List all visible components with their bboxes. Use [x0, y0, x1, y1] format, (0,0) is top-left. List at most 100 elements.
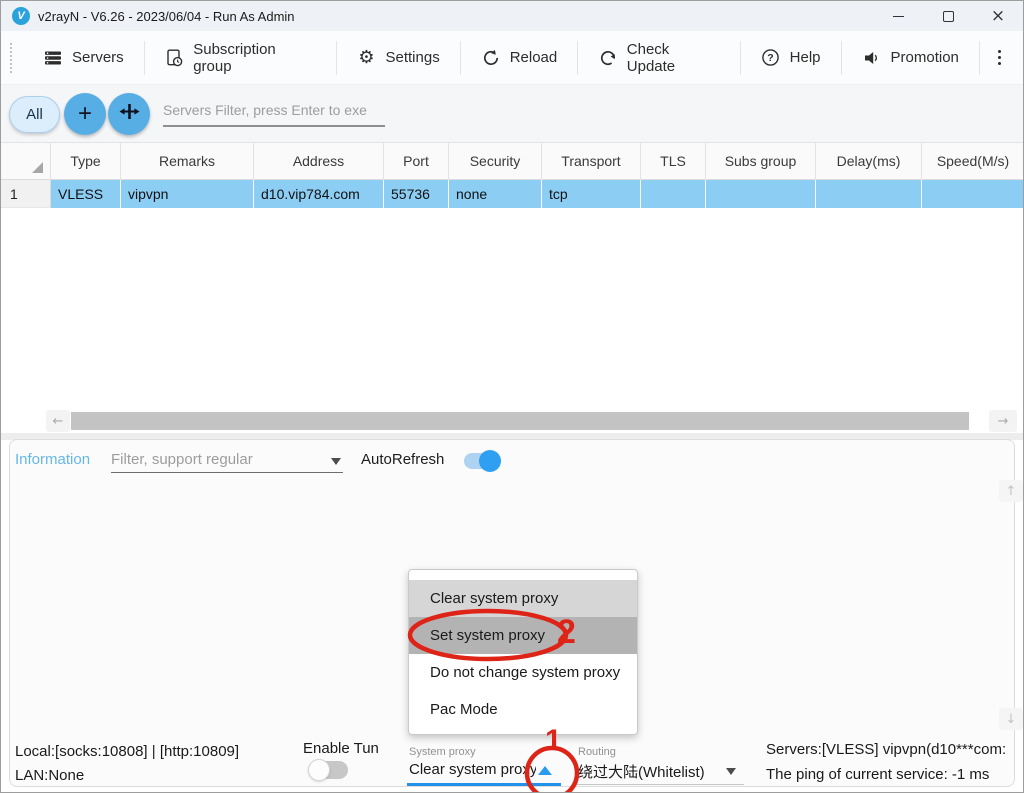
menu-item-do-not-change-system-proxy[interactable]: Do not change system proxy	[409, 654, 637, 691]
toolbar-label: Subscription group	[193, 41, 315, 75]
column-header-tls[interactable]: TLS	[641, 142, 706, 180]
tls-cell[interactable]	[641, 180, 706, 208]
close-button[interactable]: ×	[973, 1, 1023, 31]
speaker-icon	[862, 48, 882, 68]
routing-underline	[574, 784, 744, 785]
toolbar-item-promotion[interactable]: Promotion	[842, 48, 979, 68]
column-resize-icon	[119, 101, 140, 127]
enable-tun-label: Enable Tun	[303, 740, 379, 757]
chevron-up-icon[interactable]	[538, 766, 552, 775]
toolbar-item-check-update[interactable]: Check Update	[578, 41, 739, 75]
gear-icon: ⚙	[357, 48, 377, 68]
message-filter-input[interactable]	[111, 447, 343, 473]
column-header-subs-group[interactable]: Subs group	[706, 142, 816, 180]
more-menu-button[interactable]	[980, 38, 1019, 78]
menu-item-set-system-proxy[interactable]: Set system proxy	[409, 617, 637, 654]
menu-item-pac-mode[interactable]: Pac Mode	[409, 691, 637, 728]
minimize-button[interactable]	[873, 1, 923, 31]
arrow-down-icon: ↓	[1006, 712, 1017, 727]
horizontal-scrollbar[interactable]: ← →	[1, 409, 1023, 433]
app-logo-icon: V	[12, 7, 30, 25]
help-icon: ?	[761, 48, 781, 68]
system-proxy-menu: Clear system proxy Set system proxy Do n…	[408, 569, 638, 735]
arrow-up-icon: ↑	[1006, 484, 1017, 499]
toolbar-item-reload[interactable]: Reload	[461, 48, 578, 68]
column-header-speed[interactable]: Speed(M/s)	[922, 142, 1024, 180]
type-cell[interactable]: VLESS	[51, 180, 121, 208]
window-controls: ×	[873, 1, 1023, 31]
ping-status: The ping of current service: -1 ms	[766, 766, 989, 783]
server-table-header: Type Remarks Address Port Security Trans…	[1, 142, 1024, 180]
v2rayn-window: V v2rayN - V6.26 - 2023/06/04 - Run As A…	[0, 0, 1024, 793]
reload-icon	[481, 48, 501, 68]
port-cell[interactable]: 55736	[384, 180, 449, 208]
arrow-left-icon: ←	[53, 414, 64, 429]
toolbar-label: Settings	[386, 49, 440, 66]
toolbar-item-help[interactable]: ? Help	[741, 48, 841, 68]
select-all-corner[interactable]	[1, 142, 51, 180]
chevron-down-icon[interactable]	[331, 458, 341, 465]
system-proxy-select[interactable]: Clear system proxy	[409, 761, 536, 778]
window-title: v2rayN - V6.26 - 2023/06/04 - Run As Adm…	[38, 9, 295, 24]
toolbar-item-subscription-group[interactable]: Subscription group	[145, 41, 336, 75]
scroll-left-button[interactable]: ←	[46, 410, 70, 432]
toolbar-grip[interactable]	[10, 43, 13, 73]
toolbar-item-settings[interactable]: ⚙ Settings	[337, 48, 460, 68]
chevron-down-icon[interactable]	[726, 768, 736, 775]
column-header-type[interactable]: Type	[51, 142, 121, 180]
routing-select[interactable]: 绕过大陆(Whitelist)	[578, 761, 705, 782]
system-proxy-label: System proxy	[409, 746, 476, 758]
toggle-knob	[308, 759, 330, 781]
system-proxy-underline	[407, 783, 561, 786]
subs-group-cell[interactable]	[706, 180, 816, 208]
toolbar-item-servers[interactable]: Servers	[23, 48, 144, 68]
server-filter-row: All +	[1, 85, 1023, 142]
toolbar-label: Servers	[72, 49, 124, 66]
toggle-columns-button[interactable]	[108, 93, 150, 135]
autorefresh-toggle[interactable]	[464, 453, 498, 469]
column-header-address[interactable]: Address	[254, 142, 384, 180]
column-header-delay[interactable]: Delay(ms)	[816, 142, 922, 180]
delay-cell[interactable]	[816, 180, 922, 208]
column-header-remarks[interactable]: Remarks	[121, 142, 254, 180]
security-cell[interactable]: none	[449, 180, 542, 208]
toolbar-label: Reload	[510, 49, 558, 66]
subs-group-all-button[interactable]: All	[9, 96, 60, 133]
routing-label: Routing	[578, 746, 616, 758]
column-header-security[interactable]: Security	[449, 142, 542, 180]
remarks-cell[interactable]: vipvpn	[121, 180, 254, 208]
server-row-selected[interactable]: 1 VLESS vipvpn d10.vip784.com 55736 none…	[1, 180, 1024, 208]
toolbar-label: Promotion	[891, 49, 959, 66]
transport-cell[interactable]: tcp	[542, 180, 641, 208]
arrow-right-icon: →	[998, 414, 1009, 429]
toolbar-label: Check Update	[627, 41, 720, 75]
toggle-knob	[479, 450, 501, 472]
enable-tun-toggle[interactable]	[310, 761, 348, 779]
svg-text:?: ?	[767, 52, 773, 64]
address-cell[interactable]: d10.vip784.com	[254, 180, 384, 208]
current-server-status: Servers:[VLESS] vipvpn(d10***com:	[766, 741, 1006, 758]
subscription-group-icon	[165, 48, 185, 68]
menu-item-clear-system-proxy[interactable]: Clear system proxy	[409, 580, 637, 617]
add-server-button[interactable]: +	[64, 93, 106, 135]
main-toolbar: Servers Subscription group ⚙ Settings Re…	[1, 31, 1023, 85]
column-header-port[interactable]: Port	[384, 142, 449, 180]
horizontal-scrollbar-thumb[interactable]	[71, 412, 969, 430]
scroll-right-button[interactable]: →	[989, 410, 1017, 432]
select-all-triangle-icon	[32, 162, 43, 173]
row-number-cell[interactable]: 1	[1, 180, 51, 208]
information-tab[interactable]: Information	[15, 451, 90, 468]
speed-cell[interactable]	[922, 180, 1024, 208]
minimize-icon	[893, 16, 904, 17]
servers-filter-input[interactable]	[163, 95, 385, 127]
scroll-down-button[interactable]: ↓	[999, 708, 1023, 730]
column-header-transport[interactable]: Transport	[542, 142, 641, 180]
kebab-menu-icon	[998, 50, 1001, 53]
kebab-menu-icon	[998, 56, 1001, 59]
maximize-button[interactable]	[923, 1, 973, 31]
scroll-up-button[interactable]: ↑	[999, 480, 1023, 502]
kebab-menu-icon	[998, 62, 1001, 65]
lan-status: LAN:None	[15, 767, 84, 784]
close-icon: ×	[991, 8, 1005, 25]
toolbar-label: Help	[790, 49, 821, 66]
